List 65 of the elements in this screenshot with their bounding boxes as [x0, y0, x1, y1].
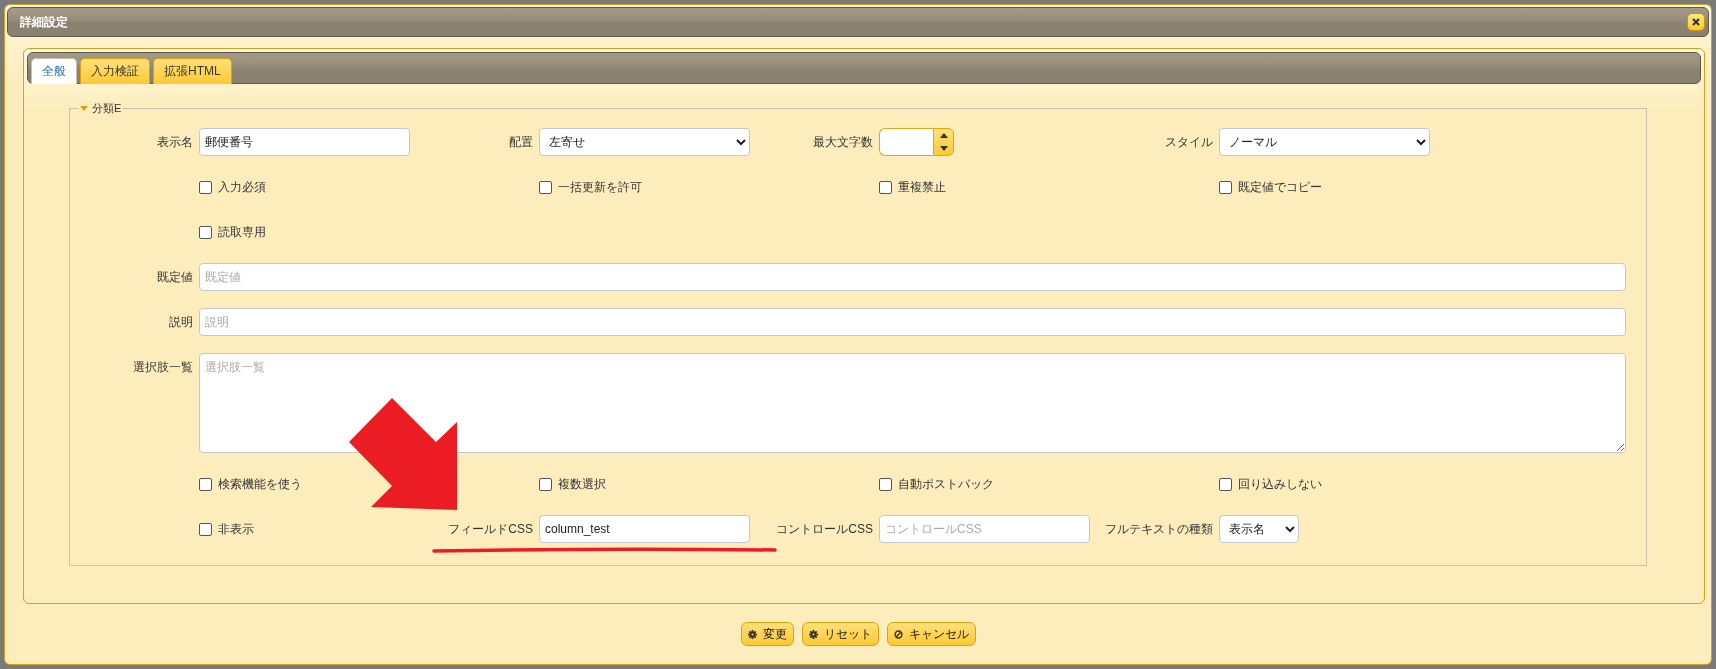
action-button[interactable]: 変更	[740, 622, 794, 646]
checkbox-label: 検索機能を使う	[218, 475, 302, 493]
checkbox[interactable]: 検索機能を使う	[199, 475, 302, 493]
checkbox[interactable]: 非表示	[199, 520, 254, 538]
checkbox-label: 複数選択	[558, 475, 606, 493]
checkbox-label: 既定値でコピー	[1238, 178, 1322, 196]
text-field[interactable]: 説明	[199, 308, 1626, 336]
checkbox-box[interactable]	[199, 477, 212, 491]
checkbox-box[interactable]	[1219, 180, 1232, 194]
field-label: 選択肢一覧	[132, 359, 193, 376]
checkbox-box[interactable]	[199, 522, 212, 536]
close-icon	[1692, 18, 1700, 26]
dropdown[interactable]: 表示名	[1219, 515, 1299, 543]
number-field[interactable]	[879, 128, 933, 156]
checkbox[interactable]: 複数選択	[539, 475, 606, 493]
tab[interactable]: 入力検証	[80, 58, 150, 84]
field-label: フィールドCSS	[447, 520, 533, 538]
checkbox-box[interactable]	[1219, 477, 1232, 491]
gear-icon	[808, 629, 818, 639]
caret-up-icon	[939, 133, 948, 138]
tab[interactable]: 拡張HTML	[153, 58, 232, 84]
dropdown[interactable]: ノーマル	[1219, 128, 1430, 156]
checkbox-label: 非表示	[218, 520, 254, 538]
field-label: コントロールCSS	[775, 520, 873, 538]
checkbox-box[interactable]	[539, 477, 552, 491]
field-label: 説明	[168, 313, 193, 331]
checkbox-label: 重複禁止	[898, 178, 946, 196]
checkbox[interactable]: 読取専用	[199, 223, 266, 241]
checkbox-label: 一括更新を許可	[558, 178, 642, 196]
field-label: フルテキストの種類	[1104, 520, 1213, 538]
checkbox-box[interactable]	[879, 180, 892, 194]
text-field[interactable]: column_test	[539, 515, 750, 543]
checkbox[interactable]: 自動ポストバック	[879, 475, 994, 493]
gear-icon	[747, 629, 757, 639]
checkbox-label: 読取専用	[218, 223, 266, 241]
checkbox-label: 入力必須	[218, 178, 266, 196]
section-title[interactable]: 分類E	[92, 101, 122, 116]
checkbox[interactable]: 重複禁止	[879, 178, 946, 196]
text-field[interactable]: 既定値	[199, 263, 1626, 291]
ban-icon	[893, 629, 903, 639]
field-label: 最大文字数	[812, 133, 873, 151]
checkbox[interactable]: 回り込みしない	[1219, 475, 1322, 493]
window-title: 詳細設定	[20, 13, 68, 31]
checkbox-box[interactable]	[879, 477, 892, 491]
action-button[interactable]: キャンセル	[886, 622, 976, 646]
field-label: 配置	[508, 133, 533, 151]
field-label: スタイル	[1164, 133, 1213, 151]
checkbox-box[interactable]	[199, 180, 212, 194]
caret-down-icon	[939, 146, 948, 151]
checkbox-label: 自動ポストバック	[898, 475, 994, 493]
checkbox[interactable]: 一括更新を許可	[539, 178, 642, 196]
checkbox[interactable]: 入力必須	[199, 178, 266, 196]
action-button[interactable]: リセット	[801, 622, 879, 646]
field-label: 既定値	[156, 268, 193, 286]
text-field[interactable]: コントロールCSS	[879, 515, 1090, 543]
checkbox-label: 回り込みしない	[1238, 475, 1322, 493]
checkbox-box[interactable]	[539, 180, 552, 194]
tab[interactable]: 全般	[31, 58, 77, 84]
text-area[interactable]: 選択肢一覧	[199, 353, 1626, 453]
dropdown[interactable]: 左寄せ	[539, 128, 750, 156]
field-label: 表示名	[156, 133, 193, 151]
checkbox[interactable]: 既定値でコピー	[1219, 178, 1322, 196]
close-button[interactable]	[1687, 13, 1705, 31]
checkbox-box[interactable]	[199, 225, 212, 239]
text-field[interactable]: 郵便番号	[199, 128, 410, 156]
